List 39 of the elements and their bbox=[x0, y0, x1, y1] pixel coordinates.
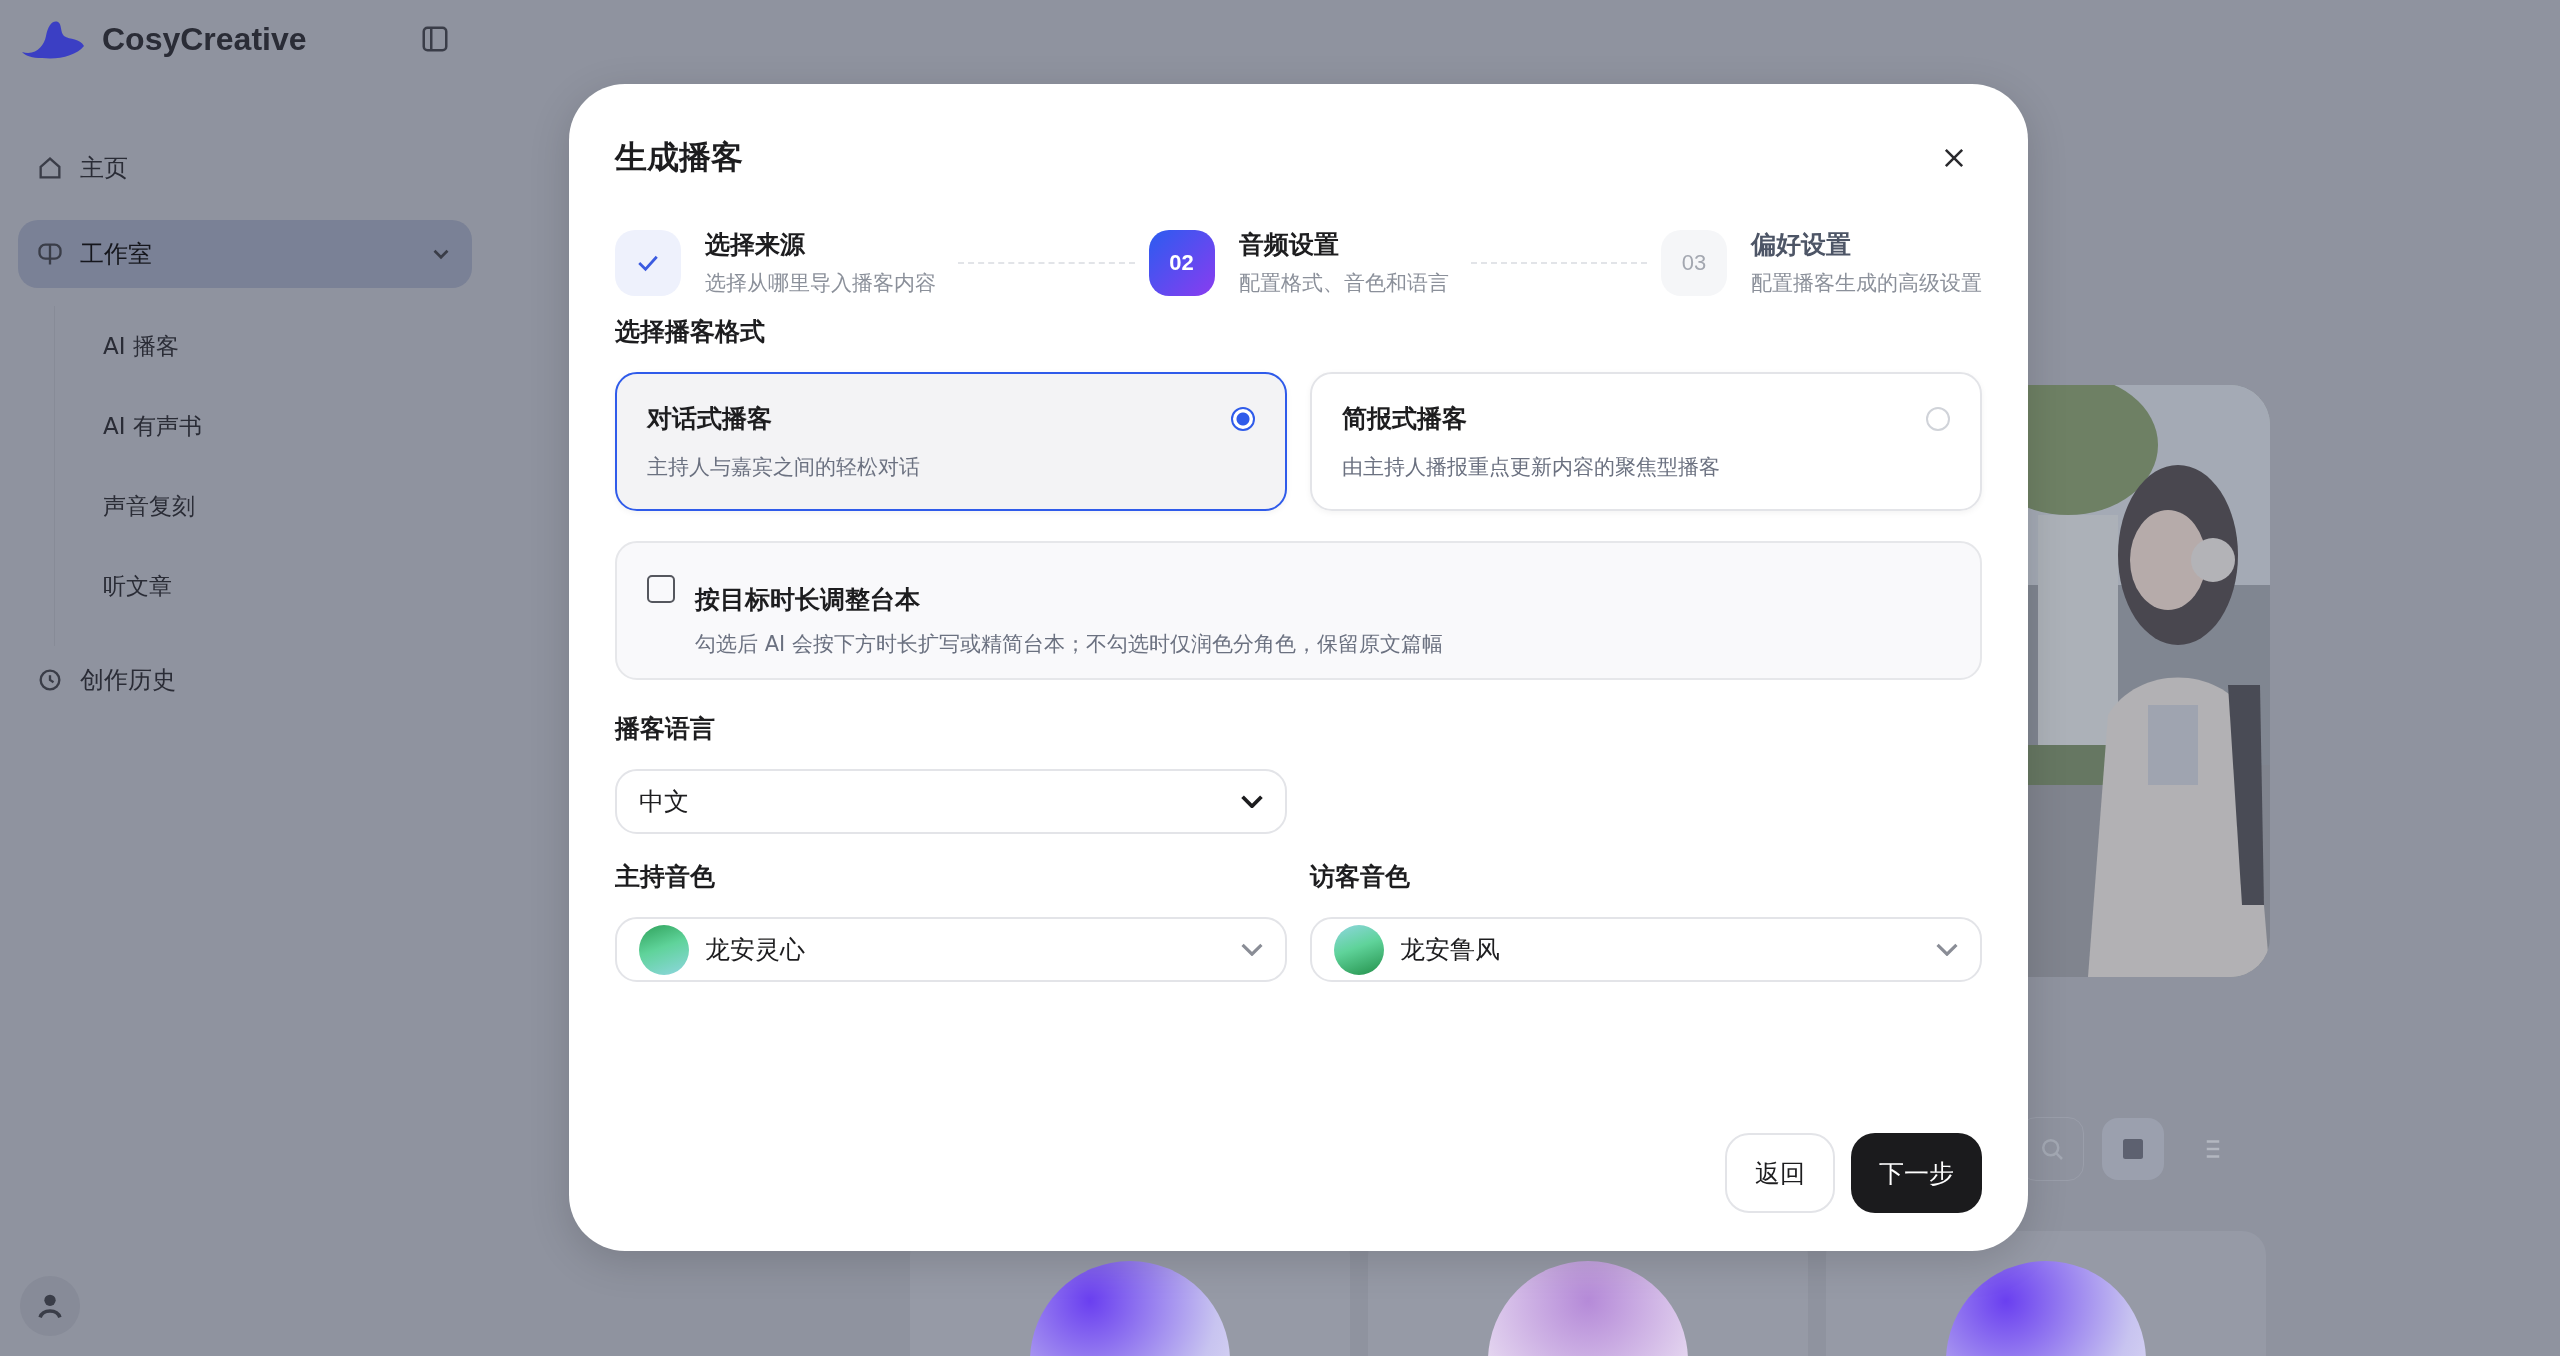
chevron-icon bbox=[1241, 795, 1263, 808]
back-button[interactable]: 返回 bbox=[1725, 1133, 1835, 1213]
format-option[interactable]: 对话式播客 主持人与嘉宾之间的轻松对话 bbox=[615, 372, 1287, 511]
voice-select[interactable]: 龙安鲁风 bbox=[1310, 917, 1982, 982]
nav-subitem[interactable]: 声音复刻 bbox=[55, 466, 472, 546]
nav-subitem[interactable]: 听文章 bbox=[55, 546, 472, 626]
chevron-icon bbox=[1241, 943, 1263, 956]
brand-name: CosyCreative bbox=[102, 20, 308, 58]
nav-subitem[interactable]: AI 有声书 bbox=[55, 386, 472, 466]
checkbox[interactable] bbox=[647, 575, 675, 603]
step-title: 音频设置 bbox=[1238, 229, 1340, 261]
nav-item[interactable]: 主页 bbox=[18, 134, 472, 202]
checkbox-label: 按目标时长调整台本 bbox=[695, 584, 921, 616]
next-button[interactable]: 下一步 bbox=[1851, 1133, 1982, 1213]
step-subtitle: 配置格式、音色和语言 bbox=[1238, 270, 1449, 297]
step-number: 02 bbox=[1148, 229, 1215, 296]
field-label: 访客音色 bbox=[1310, 861, 1411, 893]
nav-item[interactable]: 工作室 bbox=[18, 220, 472, 288]
step-subtitle: 选择从哪里导入播客内容 bbox=[705, 270, 936, 297]
check-icon bbox=[615, 229, 681, 296]
dialog-title: 生成播客 bbox=[615, 137, 743, 178]
checkbox-description: 勾选后 AI 会按下方时长扩写或精简台本；不勾选时仅润色分角色，保留原文篇幅 bbox=[695, 631, 1443, 658]
sidebar-toggle-icon[interactable] bbox=[420, 24, 450, 54]
nav-subitem[interactable]: AI 播客 bbox=[55, 306, 472, 386]
section-label: 选择播客格式 bbox=[615, 316, 766, 348]
voice-select[interactable]: 龙安灵心 bbox=[615, 917, 1287, 982]
field-label: 播客语言 bbox=[615, 713, 716, 745]
step-number: 03 bbox=[1661, 229, 1727, 296]
voice-avatar bbox=[639, 924, 689, 975]
step-title: 选择来源 bbox=[705, 229, 806, 261]
voice-avatar bbox=[1334, 924, 1384, 975]
field-label: 主持音色 bbox=[615, 861, 716, 893]
step-subtitle: 配置播客生成的高级设置 bbox=[1751, 270, 1982, 297]
grid-view-button[interactable] bbox=[2102, 1118, 2164, 1180]
chevron-icon bbox=[1936, 943, 1958, 956]
nav-item[interactable]: 创作历史 bbox=[18, 646, 472, 714]
language-select[interactable]: 中文 bbox=[615, 769, 1287, 834]
step-title: 偏好设置 bbox=[1751, 229, 1852, 261]
format-option[interactable]: 简报式播客 由主持人播报重点更新内容的聚焦型播客 bbox=[1310, 372, 1982, 511]
